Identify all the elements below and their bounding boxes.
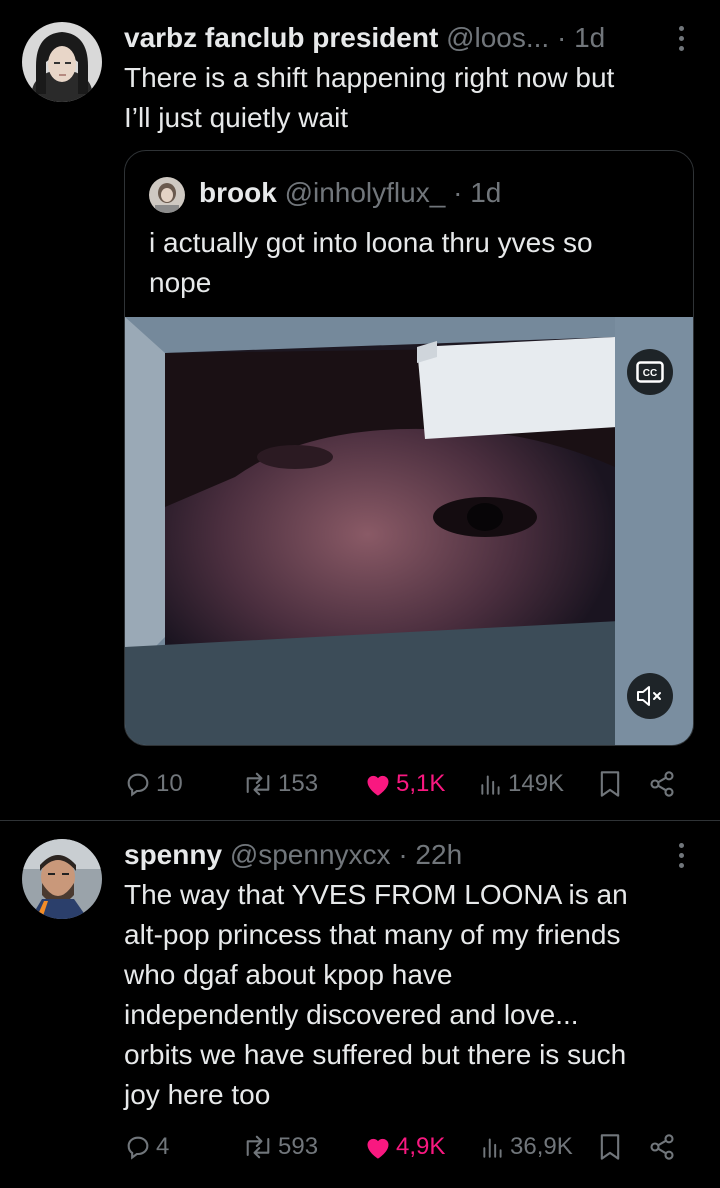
views-button[interactable]: 36,9K [480, 1127, 573, 1167]
author-handle[interactable]: @spennyxcx [230, 839, 391, 870]
quoted-text-line: i actually got into loona thru yves so [149, 227, 593, 258]
views-chart-icon [483, 1138, 502, 1158]
share-icon [650, 1134, 674, 1160]
bookmark-button[interactable] [598, 764, 622, 804]
views-chart-icon [481, 775, 500, 795]
more-options-icon[interactable] [666, 18, 696, 58]
repost-count: 153 [278, 770, 319, 797]
tweet-text-line: I’ll just quietly wait [124, 102, 349, 133]
separator-dot: · [557, 22, 567, 53]
timestamp[interactable]: 22h [415, 839, 462, 870]
tweet-text-line: who dgaf about kpop have [124, 959, 453, 990]
tweet-actions: 10 153 5,1K 149K [124, 764, 684, 804]
reply-button[interactable]: 10 [124, 764, 183, 804]
author-name[interactable]: spenny [124, 839, 222, 870]
repost-button[interactable]: 593 [242, 1127, 318, 1167]
more-options-icon[interactable] [666, 835, 696, 875]
tweet-text-line: joy here too [124, 1079, 271, 1110]
separator-dot: · [453, 177, 463, 208]
tweet-actions: 4 593 4,9K 36,9K [124, 1127, 684, 1167]
views-button[interactable]: 149K [478, 764, 564, 804]
tweet-header: varbz fanclub president @loos... · 1d [124, 20, 605, 56]
like-count: 5,1K [396, 770, 446, 797]
avatar[interactable] [22, 839, 102, 919]
share-button[interactable] [648, 1127, 676, 1167]
quoted-header: brook @inholyflux_ · 1d [199, 175, 501, 211]
like-button[interactable]: 5,1K [364, 764, 445, 804]
tweet[interactable]: spenny @spennyxcx · 22h The way that YVE… [0, 821, 720, 1188]
video-frame [125, 317, 693, 745]
repost-count: 593 [278, 1133, 319, 1160]
share-button[interactable] [648, 764, 676, 804]
like-count: 4,9K [396, 1133, 446, 1160]
repost-button[interactable]: 153 [242, 764, 318, 804]
mute-button[interactable] [627, 673, 673, 719]
bookmark-icon [600, 1134, 620, 1160]
like-button[interactable]: 4,9K [364, 1127, 445, 1167]
tweet-text-line: alt-pop princess that many of my friends [124, 919, 621, 950]
quoted-author-name[interactable]: brook [199, 177, 277, 208]
reply-count: 10 [156, 770, 183, 797]
speaker-muted-icon [637, 686, 661, 706]
quoted-timestamp[interactable]: 1d [470, 177, 501, 208]
tweet-text: There is a shift happening right now but… [124, 58, 614, 138]
views-count: 149K [508, 770, 565, 797]
quoted-avatar[interactable] [149, 177, 185, 213]
repost-icon [246, 772, 270, 796]
reply-icon [127, 1136, 149, 1160]
heart-filled-icon [367, 1138, 389, 1159]
tweet-text-line: independently discovered and love... [124, 999, 579, 1030]
tweet-text-line: There is a shift happening right now but [124, 62, 615, 93]
cc-icon: CC [636, 361, 664, 383]
svg-text:CC: CC [643, 368, 657, 379]
author-name[interactable]: varbz fanclub president [124, 22, 438, 53]
avatar[interactable] [22, 22, 102, 102]
tweet-text: The way that YVES FROM LOONA is an alt-p… [124, 875, 628, 1115]
captions-button[interactable]: CC [627, 349, 673, 395]
share-icon [650, 771, 674, 797]
repost-icon [246, 1135, 270, 1159]
reply-button[interactable]: 4 [124, 1127, 169, 1167]
reply-count: 4 [156, 1133, 170, 1160]
bookmark-button[interactable] [598, 1127, 622, 1167]
tweet[interactable]: varbz fanclub president @loos... · 1d Th… [0, 0, 720, 820]
video-player[interactable]: CC [125, 317, 693, 745]
tweet-text-line: The way that YVES FROM LOONA is an [124, 879, 628, 910]
quoted-author-handle[interactable]: @inholyflux_ [285, 177, 446, 208]
quoted-tweet[interactable]: brook @inholyflux_ · 1d i actually got i… [124, 150, 694, 746]
author-handle[interactable]: @loos... [446, 22, 549, 53]
bookmark-icon [600, 771, 620, 797]
quoted-text-line: nope [149, 267, 212, 298]
separator-dot: · [398, 839, 408, 870]
reply-icon [127, 773, 149, 797]
tweet-header: spenny @spennyxcx · 22h [124, 837, 462, 873]
timestamp[interactable]: 1d [574, 22, 605, 53]
tweet-text-line: orbits we have suffered but there is suc… [124, 1039, 627, 1070]
heart-filled-icon [367, 775, 389, 796]
views-count: 36,9K [510, 1133, 573, 1160]
quoted-text: i actually got into loona thru yves so n… [149, 223, 669, 303]
